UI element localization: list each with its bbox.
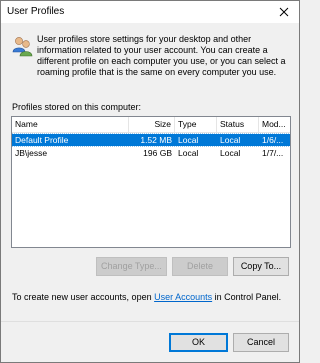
user-profiles-dialog: User Profiles User profiles store settin… xyxy=(0,0,300,363)
copy-to-button[interactable]: Copy To... xyxy=(233,257,289,276)
column-header-type[interactable]: Type xyxy=(175,117,217,132)
column-header-status[interactable]: Status xyxy=(217,117,259,132)
user-accounts-link[interactable]: User Accounts xyxy=(154,292,212,302)
table-row[interactable]: Default Profile 1.52 MB Local Local 1/6/… xyxy=(12,133,290,147)
column-header-size[interactable]: Size xyxy=(129,117,175,132)
column-header-name[interactable]: Name xyxy=(12,117,129,132)
profiles-list-label: Profiles stored on this computer: xyxy=(12,102,142,112)
ok-button[interactable]: OK xyxy=(169,333,228,352)
profile-modified: 1/7/... xyxy=(262,148,284,158)
window-title: User Profiles xyxy=(7,6,65,17)
list-header: Name Size Type Status Mod... xyxy=(12,117,290,133)
users-icon xyxy=(12,37,33,57)
table-row[interactable]: JB\jesse 196 GB Local Local 1/7/... xyxy=(12,147,290,159)
title-bar: User Profiles xyxy=(1,1,299,23)
profile-type: Local xyxy=(178,148,199,158)
profiles-list[interactable]: Name Size Type Status Mod... Default Pro… xyxy=(11,116,291,248)
profile-status: Local xyxy=(220,135,241,145)
cancel-button[interactable]: Cancel xyxy=(233,333,289,352)
profile-modified: 1/6/... xyxy=(262,135,284,145)
description-text: User profiles store settings for your de… xyxy=(37,34,286,77)
profile-name: JB\jesse xyxy=(15,148,48,158)
profile-name: Default Profile xyxy=(15,135,69,145)
profile-size: 196 GB xyxy=(143,148,172,158)
profile-status: Local xyxy=(220,148,241,158)
profile-size: 1.52 MB xyxy=(140,135,172,145)
change-type-button[interactable]: Change Type... xyxy=(96,257,167,276)
footer-suffix: in Control Panel. xyxy=(212,292,282,302)
divider xyxy=(1,321,299,322)
close-icon xyxy=(279,7,289,17)
profile-type: Local xyxy=(178,135,199,145)
footer-prefix: To create new user accounts, open xyxy=(12,292,155,302)
column-header-modified[interactable]: Mod... xyxy=(259,117,290,132)
footer-text: To create new user accounts, open User A… xyxy=(12,292,281,302)
delete-button[interactable]: Delete xyxy=(172,257,228,276)
close-button[interactable] xyxy=(269,1,299,23)
